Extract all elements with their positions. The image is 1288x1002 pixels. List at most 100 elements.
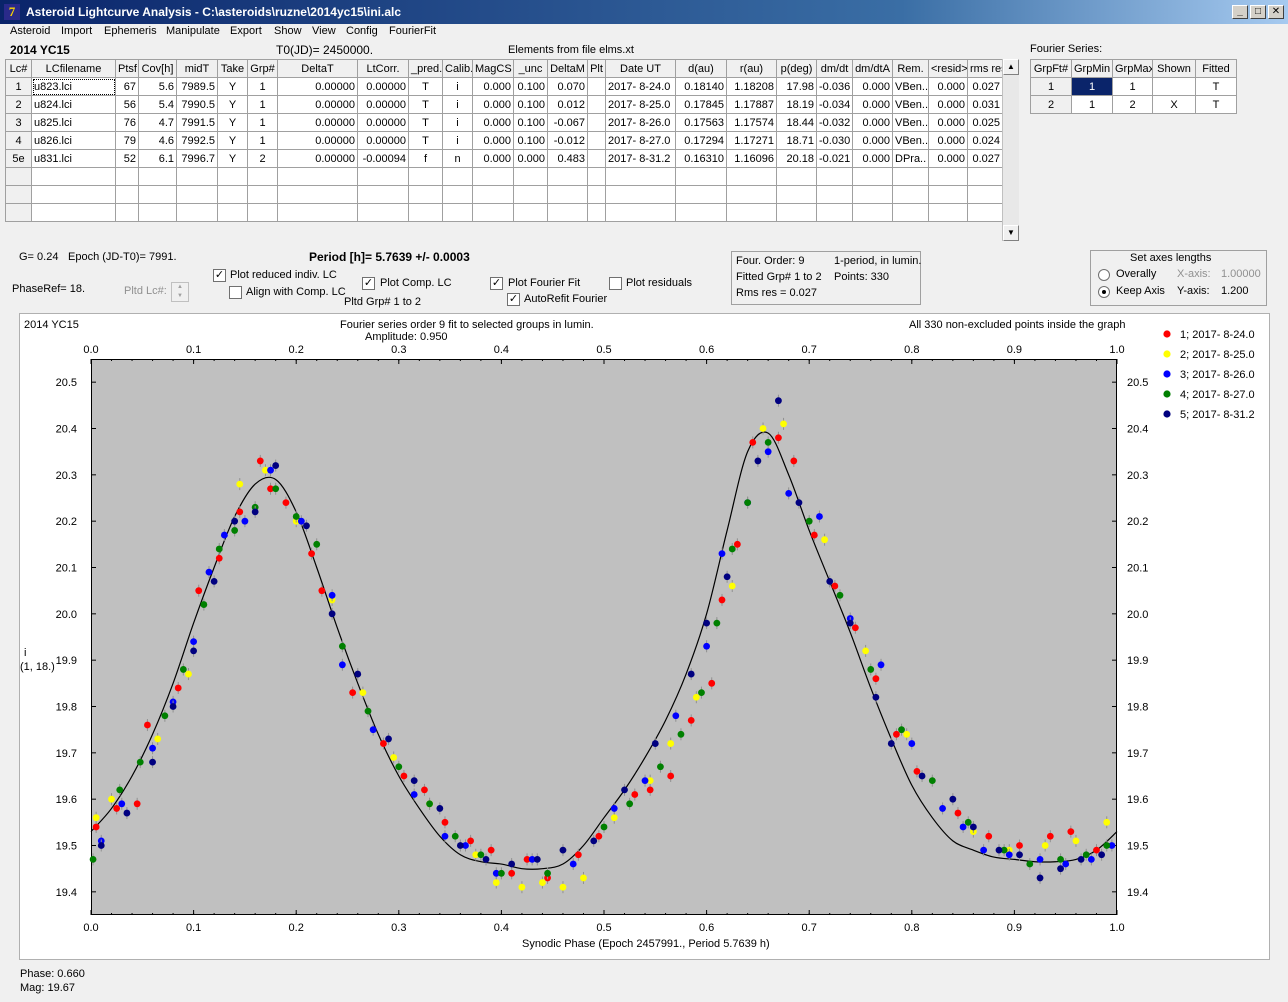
table-cell[interactable] (247, 185, 278, 204)
table-cell[interactable]: i (442, 113, 473, 132)
table-cell[interactable] (726, 167, 777, 186)
table-cell[interactable]: u824.lci (31, 95, 116, 114)
menu-asteroid[interactable]: Asteroid (10, 25, 50, 37)
menu-show[interactable]: Show (274, 25, 302, 37)
table-cell[interactable] (892, 185, 929, 204)
table-cell[interactable]: 1.17271 (726, 131, 777, 150)
table-cell[interactable]: 1 (1030, 77, 1072, 96)
plot-fourier-checkbox[interactable]: ✓ (490, 277, 503, 290)
column-header[interactable]: dm/dt (816, 59, 853, 78)
table-cell[interactable]: 2 (247, 149, 278, 168)
table-cell[interactable]: 0.00000 (277, 131, 358, 150)
table-cell[interactable]: 2017- 8-24.0 (605, 77, 676, 96)
table-cell[interactable]: 1 (1071, 77, 1113, 96)
column-header[interactable]: rms res (967, 59, 1003, 78)
table-cell[interactable] (247, 167, 278, 186)
table-cell[interactable] (587, 185, 606, 204)
table-cell[interactable]: -0.00094 (357, 149, 409, 168)
menu-view[interactable]: View (312, 25, 336, 37)
table-cell[interactable]: 0.100 (513, 131, 548, 150)
table-cell[interactable]: 7996.7 (176, 149, 218, 168)
table-cell[interactable]: 0.000 (928, 77, 968, 96)
table-cell[interactable]: Y (217, 95, 248, 114)
table-cell[interactable] (605, 167, 676, 186)
table-cell[interactable]: 18.71 (776, 131, 817, 150)
close-button[interactable]: ✕ (1268, 5, 1284, 19)
table-cell[interactable] (513, 203, 548, 222)
table-cell[interactable]: 0.00000 (277, 113, 358, 132)
table-cell[interactable]: X (1152, 95, 1196, 114)
table-cell[interactable] (277, 185, 358, 204)
row-header-cell[interactable] (5, 185, 32, 204)
table-cell[interactable] (928, 167, 968, 186)
table-cell[interactable] (31, 203, 116, 222)
table-cell[interactable] (726, 203, 777, 222)
table-cell[interactable]: 0.000 (472, 149, 514, 168)
table-cell[interactable] (217, 185, 248, 204)
table-cell[interactable] (115, 203, 139, 222)
column-header[interactable]: LCfilename (31, 59, 116, 78)
table-cell[interactable] (357, 167, 409, 186)
column-header[interactable]: d(au) (675, 59, 727, 78)
table-cell[interactable]: 0.00000 (357, 95, 409, 114)
column-header[interactable]: r(au) (726, 59, 777, 78)
table-row[interactable]: 1 u823.lci 67 5.6 7989.5 Y 1 0.00000 0.00000 Ti 0.… (5, 77, 1003, 96)
plot-reduced-checkbox[interactable]: ✓ (213, 269, 226, 282)
table-cell[interactable]: u826.lci (31, 131, 116, 150)
column-header[interactable]: _unc (513, 59, 548, 78)
table-cell[interactable] (852, 167, 893, 186)
table-cell[interactable]: -0.067 (547, 113, 588, 132)
table-cell[interactable]: VBen.. (892, 113, 929, 132)
table-cell[interactable] (408, 203, 443, 222)
table-cell[interactable]: 52 (115, 149, 139, 168)
column-header[interactable]: MagCS (472, 59, 514, 78)
table-cell[interactable]: 1 (247, 113, 278, 132)
column-header[interactable]: GrpMin (1071, 59, 1113, 78)
column-header[interactable]: Ptsf (115, 59, 139, 78)
table-cell[interactable] (547, 167, 588, 186)
table-cell[interactable]: 2017- 8-25.0 (605, 95, 676, 114)
table-cell[interactable]: 0.000 (852, 95, 893, 114)
table-row[interactable]: 5e u831.lci 52 6.1 7996.7 Y 2 0.00000 -0.00094 f n… (5, 149, 1003, 168)
table-cell[interactable] (442, 203, 473, 222)
table-cell[interactable] (928, 185, 968, 204)
table-cell[interactable] (472, 203, 514, 222)
table-cell[interactable]: 7992.5 (176, 131, 218, 150)
table-cell[interactable]: 0.18140 (675, 77, 727, 96)
table-cell[interactable]: 5.6 (138, 77, 177, 96)
table-cell[interactable]: 7990.5 (176, 95, 218, 114)
empty-table-row[interactable] (5, 167, 1003, 186)
table-cell[interactable] (776, 203, 817, 222)
table-cell[interactable]: 0.000 (852, 149, 893, 168)
table-cell[interactable] (176, 203, 218, 222)
table-cell[interactable]: 0.000 (928, 131, 968, 150)
table-cell[interactable]: 79 (115, 131, 139, 150)
menu-config[interactable]: Config (346, 25, 378, 37)
table-cell[interactable]: 1.17574 (726, 113, 777, 132)
table-cell[interactable]: 1 (247, 131, 278, 150)
table-cell[interactable]: 0.000 (472, 131, 514, 150)
table-cell[interactable]: T (408, 95, 443, 114)
table-cell[interactable]: -0.032 (816, 113, 853, 132)
table-cell[interactable] (472, 185, 514, 204)
xaxis-value[interactable]: 1.00000 (1221, 268, 1261, 280)
table-cell[interactable] (217, 167, 248, 186)
table-cell[interactable]: 2 (1112, 95, 1153, 114)
table-cell[interactable] (1152, 77, 1196, 96)
column-header[interactable]: Lc# (5, 59, 32, 78)
table-cell[interactable]: DPra.. (892, 149, 929, 168)
table-cell[interactable]: 18.19 (776, 95, 817, 114)
table-cell[interactable]: 0.000 (852, 131, 893, 150)
table-cell[interactable]: 0.00000 (357, 113, 409, 132)
table-cell[interactable]: VBen.. (892, 131, 929, 150)
table-cell[interactable]: 0.000 (928, 95, 968, 114)
table-cell[interactable] (605, 203, 676, 222)
table-cell[interactable] (605, 185, 676, 204)
table-row[interactable]: 2 u824.lci 56 5.4 7990.5 Y 1 0.00000 0.00000 Ti 0.… (5, 95, 1003, 114)
table-cell[interactable] (675, 203, 727, 222)
table-cell[interactable]: 1 (247, 77, 278, 96)
table-cell[interactable] (176, 167, 218, 186)
table-cell[interactable] (138, 185, 177, 204)
keep-axis-radio[interactable] (1098, 286, 1110, 298)
table-cell[interactable]: T (408, 77, 443, 96)
